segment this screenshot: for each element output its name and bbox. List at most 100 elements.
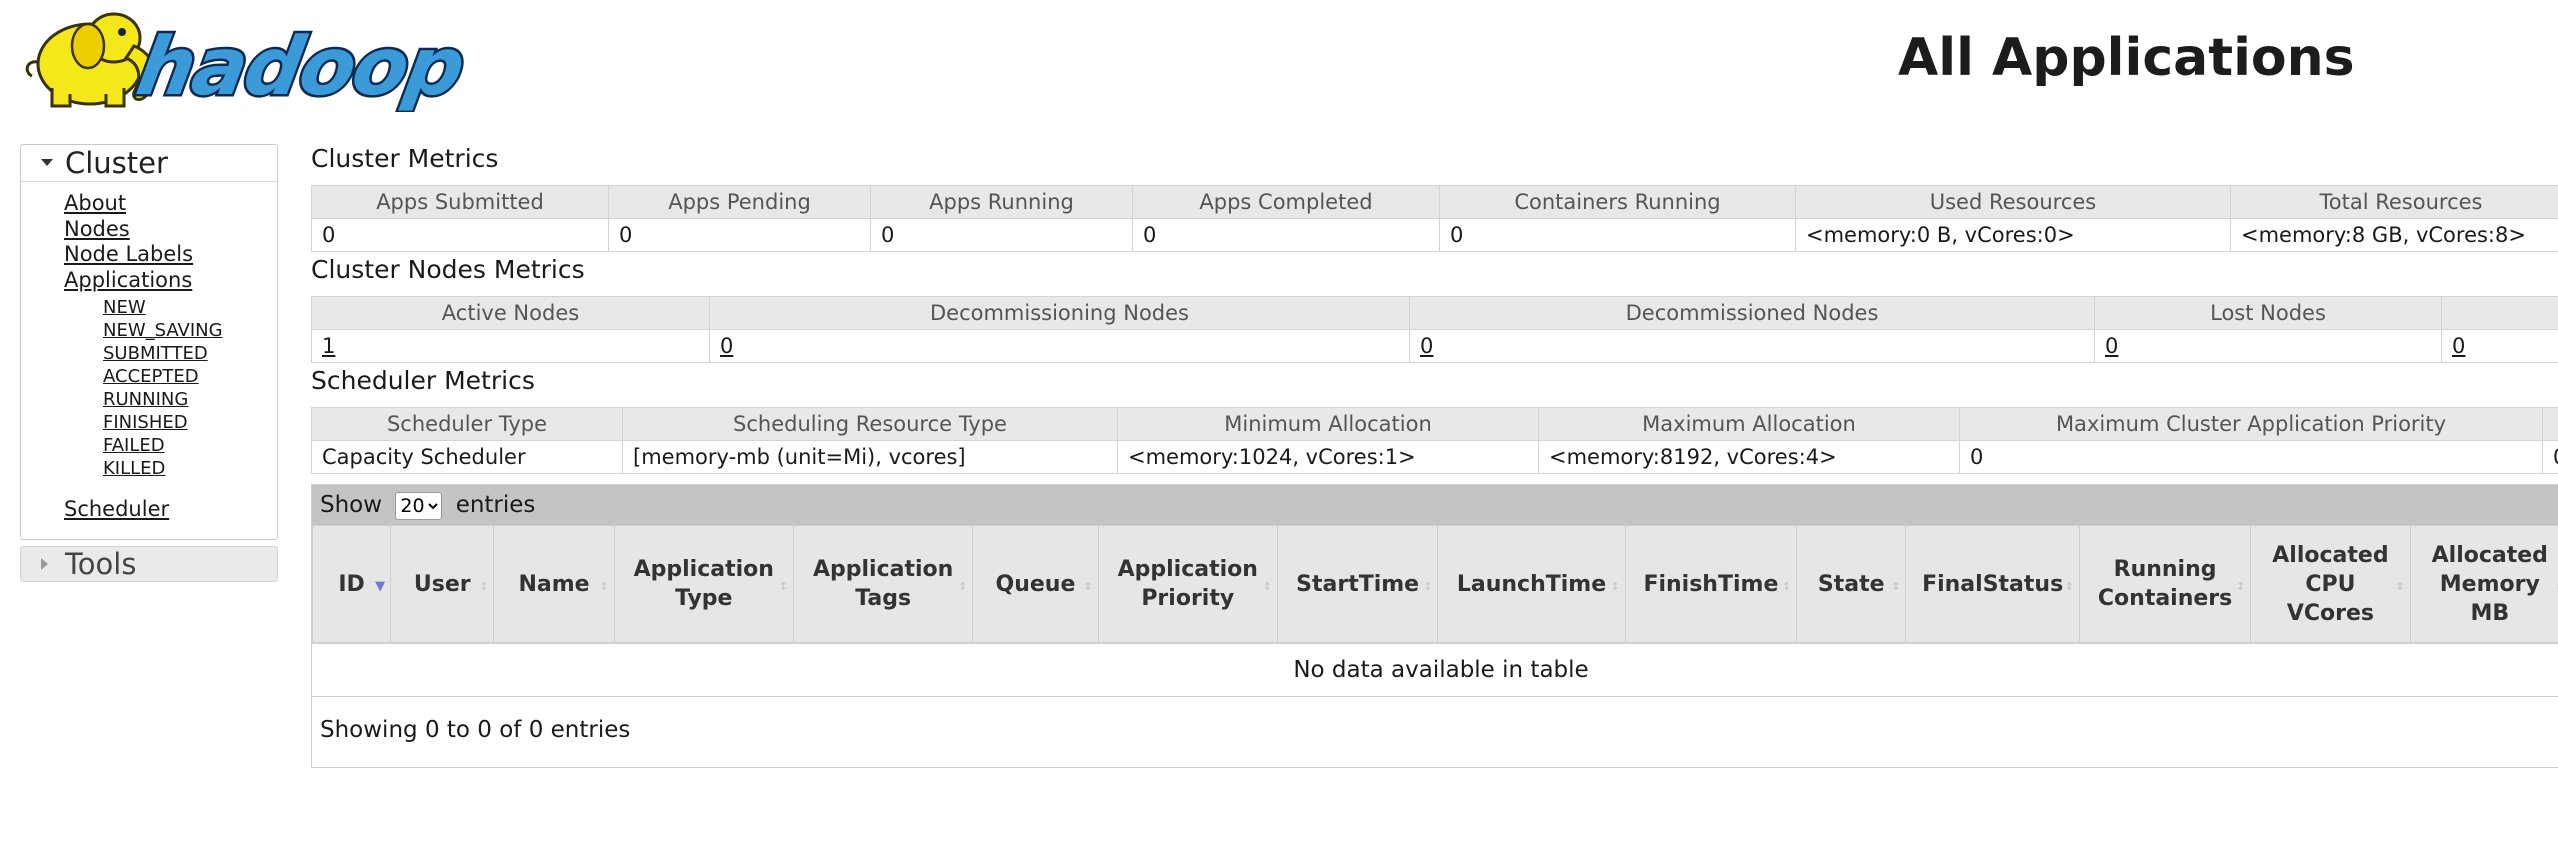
- nav-link-state-failed[interactable]: FAILED: [103, 435, 165, 456]
- col-finalstatus[interactable]: FinalStatus ↕: [1905, 525, 2080, 643]
- column-label: FinalStatus: [1922, 571, 2064, 597]
- column-label: StartTime: [1296, 571, 1420, 597]
- scheduler-metrics-table: Scheduler Type Scheduling Resource Type …: [311, 407, 2558, 474]
- nav-link-applications[interactable]: Applications: [64, 268, 192, 292]
- scheduler-extra-value: 0: [2542, 440, 2558, 474]
- col-scheduling-resource-type: Scheduling Resource Type: [622, 407, 1118, 441]
- maximum-allocation-value: <memory:8192, vCores:4>: [1538, 440, 1960, 474]
- used-resources-value: <memory:0 B, vCores:0>: [1795, 218, 2231, 252]
- col-id[interactable]: ID ▼: [311, 525, 392, 643]
- nav-link-state-new-saving[interactable]: NEW_SAVING: [103, 320, 223, 341]
- sort-both-icon: ↕: [2064, 580, 2074, 593]
- cluster-label: Cluster: [65, 146, 168, 180]
- col-containers-running: Containers Running: [1439, 185, 1796, 219]
- table-info: Showing 0 to 0 of 0 entries: [320, 717, 631, 743]
- scheduler-type-value: Capacity Scheduler: [311, 440, 623, 474]
- decommissioning-nodes-link[interactable]: 0: [720, 334, 733, 358]
- sort-both-icon: ↕: [1262, 580, 1272, 593]
- col-application-tags[interactable]: Application Tags ↕: [792, 525, 974, 643]
- applications-table: ID ▼ User ↕ Name ↕ Application Type ↕ Application…: [311, 525, 2558, 643]
- scheduler-metrics-header-row: Scheduler Type Scheduling Resource Type …: [311, 407, 2558, 441]
- decommissioned-nodes-link[interactable]: 0: [1420, 334, 1433, 358]
- minimum-allocation-value: <memory:1024, vCores:1>: [1117, 440, 1539, 474]
- apps-running-value: 0: [870, 218, 1133, 252]
- applications-header-row: ID ▼ User ↕ Name ↕ Application Type ↕ Application…: [311, 525, 2558, 643]
- col-name[interactable]: Name ↕: [493, 525, 615, 643]
- triangle-right-icon: [41, 558, 48, 570]
- col-scheduler-type: Scheduler Type: [311, 407, 623, 441]
- cluster-accordion-header[interactable]: Cluster: [21, 145, 277, 182]
- column-label: Queue: [995, 571, 1076, 597]
- nodes-metrics-table: Active Nodes Decommissioning Nodes Decom…: [311, 296, 2558, 363]
- col-minimum-allocation: Minimum Allocation: [1117, 407, 1539, 441]
- col-launchtime[interactable]: LaunchTime ↕: [1437, 525, 1626, 643]
- nav-link-state-new[interactable]: NEW: [103, 297, 146, 318]
- nav-link-state-finished[interactable]: FINISHED: [103, 412, 188, 433]
- cluster-metrics-title: Cluster Metrics: [311, 144, 499, 173]
- apps-submitted-value: 0: [311, 218, 609, 252]
- sort-both-icon: ↕: [1781, 580, 1792, 593]
- sort-both-icon: ↕: [1423, 580, 1433, 593]
- sort-both-icon: ↕: [2236, 580, 2246, 593]
- col-starttime[interactable]: StartTime ↕: [1276, 525, 1439, 643]
- col-application-priority[interactable]: Application Priority ↕: [1097, 525, 1278, 643]
- nav-link-nodes[interactable]: Nodes: [64, 217, 130, 241]
- col-allocated-cpu-vcores[interactable]: Allocated CPU VCores ↕: [2250, 525, 2411, 643]
- sort-both-icon: ↕: [1083, 580, 1093, 593]
- column-label: LaunchTime: [1456, 571, 1607, 597]
- col-running-containers[interactable]: Running Containers ↕: [2078, 525, 2252, 643]
- total-resources-value: <memory:8 GB, vCores:8>: [2230, 218, 2558, 252]
- col-apps-submitted: Apps Submitted: [311, 185, 609, 219]
- show-label: Show: [320, 492, 383, 518]
- nav-link-state-submitted[interactable]: SUBMITTED: [103, 343, 208, 364]
- sort-both-icon: ↕: [1610, 580, 1620, 593]
- sort-both-icon: ↕: [2395, 580, 2405, 593]
- col-lost-nodes: Lost Nodes: [2094, 296, 2442, 330]
- col-used-resources: Used Resources: [1795, 185, 2231, 219]
- col-apps-pending: Apps Pending: [608, 185, 871, 219]
- tools-label: Tools: [65, 547, 137, 581]
- col-max-app-priority: Maximum Cluster Application Priority: [1959, 407, 2543, 441]
- lost-nodes-link[interactable]: 0: [2105, 334, 2118, 358]
- column-label: FinishTime: [1643, 571, 1779, 597]
- column-label: Allocated Memory MB: [2431, 542, 2548, 626]
- column-label: ID: [338, 571, 365, 597]
- cluster-metrics-header-row: Apps Submitted Apps Pending Apps Running…: [311, 185, 2558, 219]
- sort-both-icon: ↕: [1891, 580, 1901, 593]
- table-length-control: Show 20 entries: [312, 485, 2558, 525]
- hadoop-wordmark: hadoop: [130, 21, 470, 112]
- col-active-nodes: Active Nodes: [311, 296, 710, 330]
- hadoop-logo: hadoop: [25, 12, 472, 112]
- nav-link-state-running[interactable]: RUNNING: [103, 389, 188, 410]
- apps-completed-value: 0: [1132, 218, 1440, 252]
- nav-link-about[interactable]: About: [64, 191, 126, 215]
- col-apps-completed: Apps Completed: [1132, 185, 1440, 219]
- col-scheduler-extra: [2542, 407, 2558, 441]
- col-finishtime[interactable]: FinishTime ↕: [1624, 525, 1798, 643]
- nav-link-node-labels[interactable]: Node Labels: [64, 242, 193, 266]
- active-nodes-link[interactable]: 1: [322, 334, 335, 358]
- col-next-nodes: [2441, 296, 2558, 330]
- page-length-select[interactable]: 20: [395, 491, 443, 520]
- column-label: User: [413, 571, 471, 597]
- column-label: Application Priority: [1117, 557, 1258, 611]
- col-user[interactable]: User ↕: [390, 525, 495, 643]
- max-app-priority-value: 0: [1959, 440, 2543, 474]
- sidebar-cluster-panel: Cluster About Nodes Node Labels Applicat…: [20, 144, 278, 540]
- next-nodes-link[interactable]: 0: [2452, 334, 2465, 358]
- column-label: Name: [518, 571, 590, 597]
- nav-link-state-killed[interactable]: KILLED: [103, 458, 165, 479]
- col-queue[interactable]: Queue ↕: [972, 525, 1099, 643]
- sort-both-icon: ↕: [958, 580, 968, 593]
- tools-accordion-header[interactable]: Tools: [20, 546, 278, 582]
- col-application-type[interactable]: Application Type ↕: [613, 525, 794, 643]
- col-apps-running: Apps Running: [870, 185, 1133, 219]
- nav-link-state-accepted[interactable]: ACCEPTED: [103, 366, 199, 387]
- col-decommissioned-nodes: Decommissioned Nodes: [1409, 296, 2095, 330]
- col-allocated-memory-mb[interactable]: AllocatedMemoryMB↕: [2409, 525, 2558, 643]
- nav-link-scheduler[interactable]: Scheduler: [64, 497, 169, 521]
- page-title: All Applications: [1898, 28, 2355, 88]
- col-state[interactable]: State ↕: [1796, 525, 1907, 643]
- cluster-metrics-table: Apps Submitted Apps Pending Apps Running…: [311, 185, 2558, 252]
- column-label: Application Type: [633, 557, 774, 611]
